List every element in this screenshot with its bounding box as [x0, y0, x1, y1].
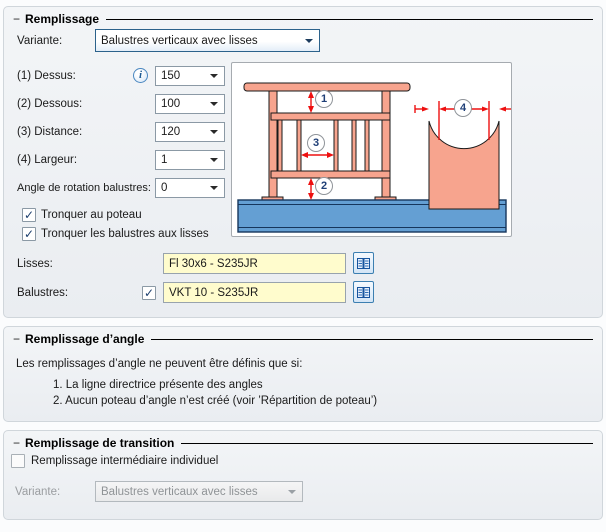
tronquer-poteau-label: Tronquer au poteau: [41, 209, 142, 221]
group-title: Remplissage: [25, 12, 100, 26]
collapse-toggle-icon[interactable]: −: [13, 13, 20, 25]
param-dessous-label: (2) Dessous:: [17, 98, 83, 110]
checkmark-icon: ✓: [23, 227, 35, 241]
chevron-down-icon: [305, 38, 313, 43]
transition-variante-label: Variante:: [15, 486, 61, 498]
angle-condition-1: 1. La ligne directrice présente des angl…: [53, 379, 263, 391]
railing-diagram: 1 2 3 4: [231, 62, 514, 237]
param-distance-value: 120: [161, 126, 181, 138]
collapse-toggle-icon[interactable]: −: [13, 437, 20, 449]
railing-diagram-drawing: [237, 82, 514, 233]
chevron-down-icon: [210, 102, 218, 106]
balustres-catalog-button[interactable]: [353, 281, 374, 303]
param-distance-label: (3) Distance:: [17, 126, 83, 138]
callout-4: 4: [454, 99, 472, 117]
group-header-rule: [151, 339, 593, 340]
checkmark-icon: ✓: [23, 208, 35, 222]
group-title: Remplissage d’angle: [25, 332, 145, 346]
lisses-profile-value: Fl 30x6 - S235JR: [169, 257, 258, 270]
group-remplissage: − Remplissage Variante: Balustres vertic…: [3, 6, 603, 318]
remplissage-intermediaire-checkbox[interactable]: [11, 454, 25, 468]
param-angle-combo[interactable]: 0: [155, 178, 225, 198]
transition-variante-select: Balustres verticaux avec lisses: [95, 481, 303, 502]
param-dessus-combo[interactable]: 150: [155, 66, 225, 86]
catalog-icon: [357, 286, 370, 298]
param-angle-label: Angle de rotation balustres:: [17, 182, 151, 194]
chevron-down-icon: [210, 158, 218, 162]
group-angle-header: − Remplissage d’angle: [4, 327, 602, 346]
lisses-profile-input[interactable]: Fl 30x6 - S235JR: [163, 253, 346, 274]
balustres-profile-value: VKT 10 - S235JR: [169, 286, 259, 299]
group-header-rule: [181, 443, 593, 444]
param-largeur-value: 1: [161, 154, 168, 166]
balustres-checkbox[interactable]: ✓: [142, 286, 156, 300]
lisses-label: Lisses:: [17, 258, 53, 270]
param-dessous-value: 100: [161, 98, 181, 110]
catalog-icon: [357, 257, 370, 269]
param-largeur-label: (4) Largeur:: [17, 154, 78, 166]
railing-settings-panel: { "groups": { "remplissage": { "collapse…: [0, 0, 606, 532]
param-dessus-value: 150: [161, 70, 181, 82]
chevron-down-icon: [288, 489, 296, 494]
checkmark-icon: ✓: [143, 286, 155, 300]
callout-1: 1: [315, 90, 333, 108]
tronquer-poteau-checkbox[interactable]: ✓: [22, 208, 36, 222]
balustres-label: Balustres:: [17, 287, 69, 299]
chevron-down-icon: [210, 130, 218, 134]
group-transition-header: − Remplissage de transition: [4, 431, 602, 450]
callout-3: 3: [307, 134, 325, 152]
group-remplissage-header: − Remplissage: [4, 7, 602, 26]
variante-label: Variante:: [17, 35, 63, 47]
tronquer-balustres-label: Tronquer les balustres aux lisses: [41, 228, 209, 240]
group-angle: − Remplissage d’angle Les remplissages d…: [3, 326, 603, 422]
balustres-profile-input[interactable]: VKT 10 - S235JR: [163, 282, 346, 303]
param-largeur-combo[interactable]: 1: [155, 150, 225, 170]
param-dessous-combo[interactable]: 100: [155, 94, 225, 114]
remplissage-intermediaire-label: Remplissage intermédiaire individuel: [31, 455, 219, 467]
variante-selected-value: Balustres verticaux avec lisses: [101, 34, 258, 47]
param-dessus-label: (1) Dessus:: [17, 70, 76, 82]
param-angle-value: 0: [161, 182, 168, 194]
angle-condition-2: 2. Aucun poteau d’angle n’est créé (voir…: [53, 395, 378, 407]
angle-conditions-intro: Les remplissages d’angle ne peuvent être…: [16, 358, 303, 370]
chevron-down-icon: [210, 74, 218, 78]
transition-variante-selected-value: Balustres verticaux avec lisses: [101, 485, 258, 498]
callout-2: 2: [315, 177, 333, 195]
group-header-rule: [106, 19, 593, 20]
lisses-catalog-button[interactable]: [353, 252, 374, 274]
variante-select[interactable]: Balustres verticaux avec lisses: [95, 29, 320, 52]
tronquer-balustres-checkbox[interactable]: ✓: [22, 227, 36, 241]
collapse-toggle-icon[interactable]: −: [13, 333, 20, 345]
group-transition: − Remplissage de transition Remplissage …: [3, 430, 603, 520]
info-icon[interactable]: i: [133, 68, 148, 83]
chevron-down-icon: [210, 186, 218, 190]
param-distance-combo[interactable]: 120: [155, 122, 225, 142]
group-title: Remplissage de transition: [25, 436, 175, 450]
